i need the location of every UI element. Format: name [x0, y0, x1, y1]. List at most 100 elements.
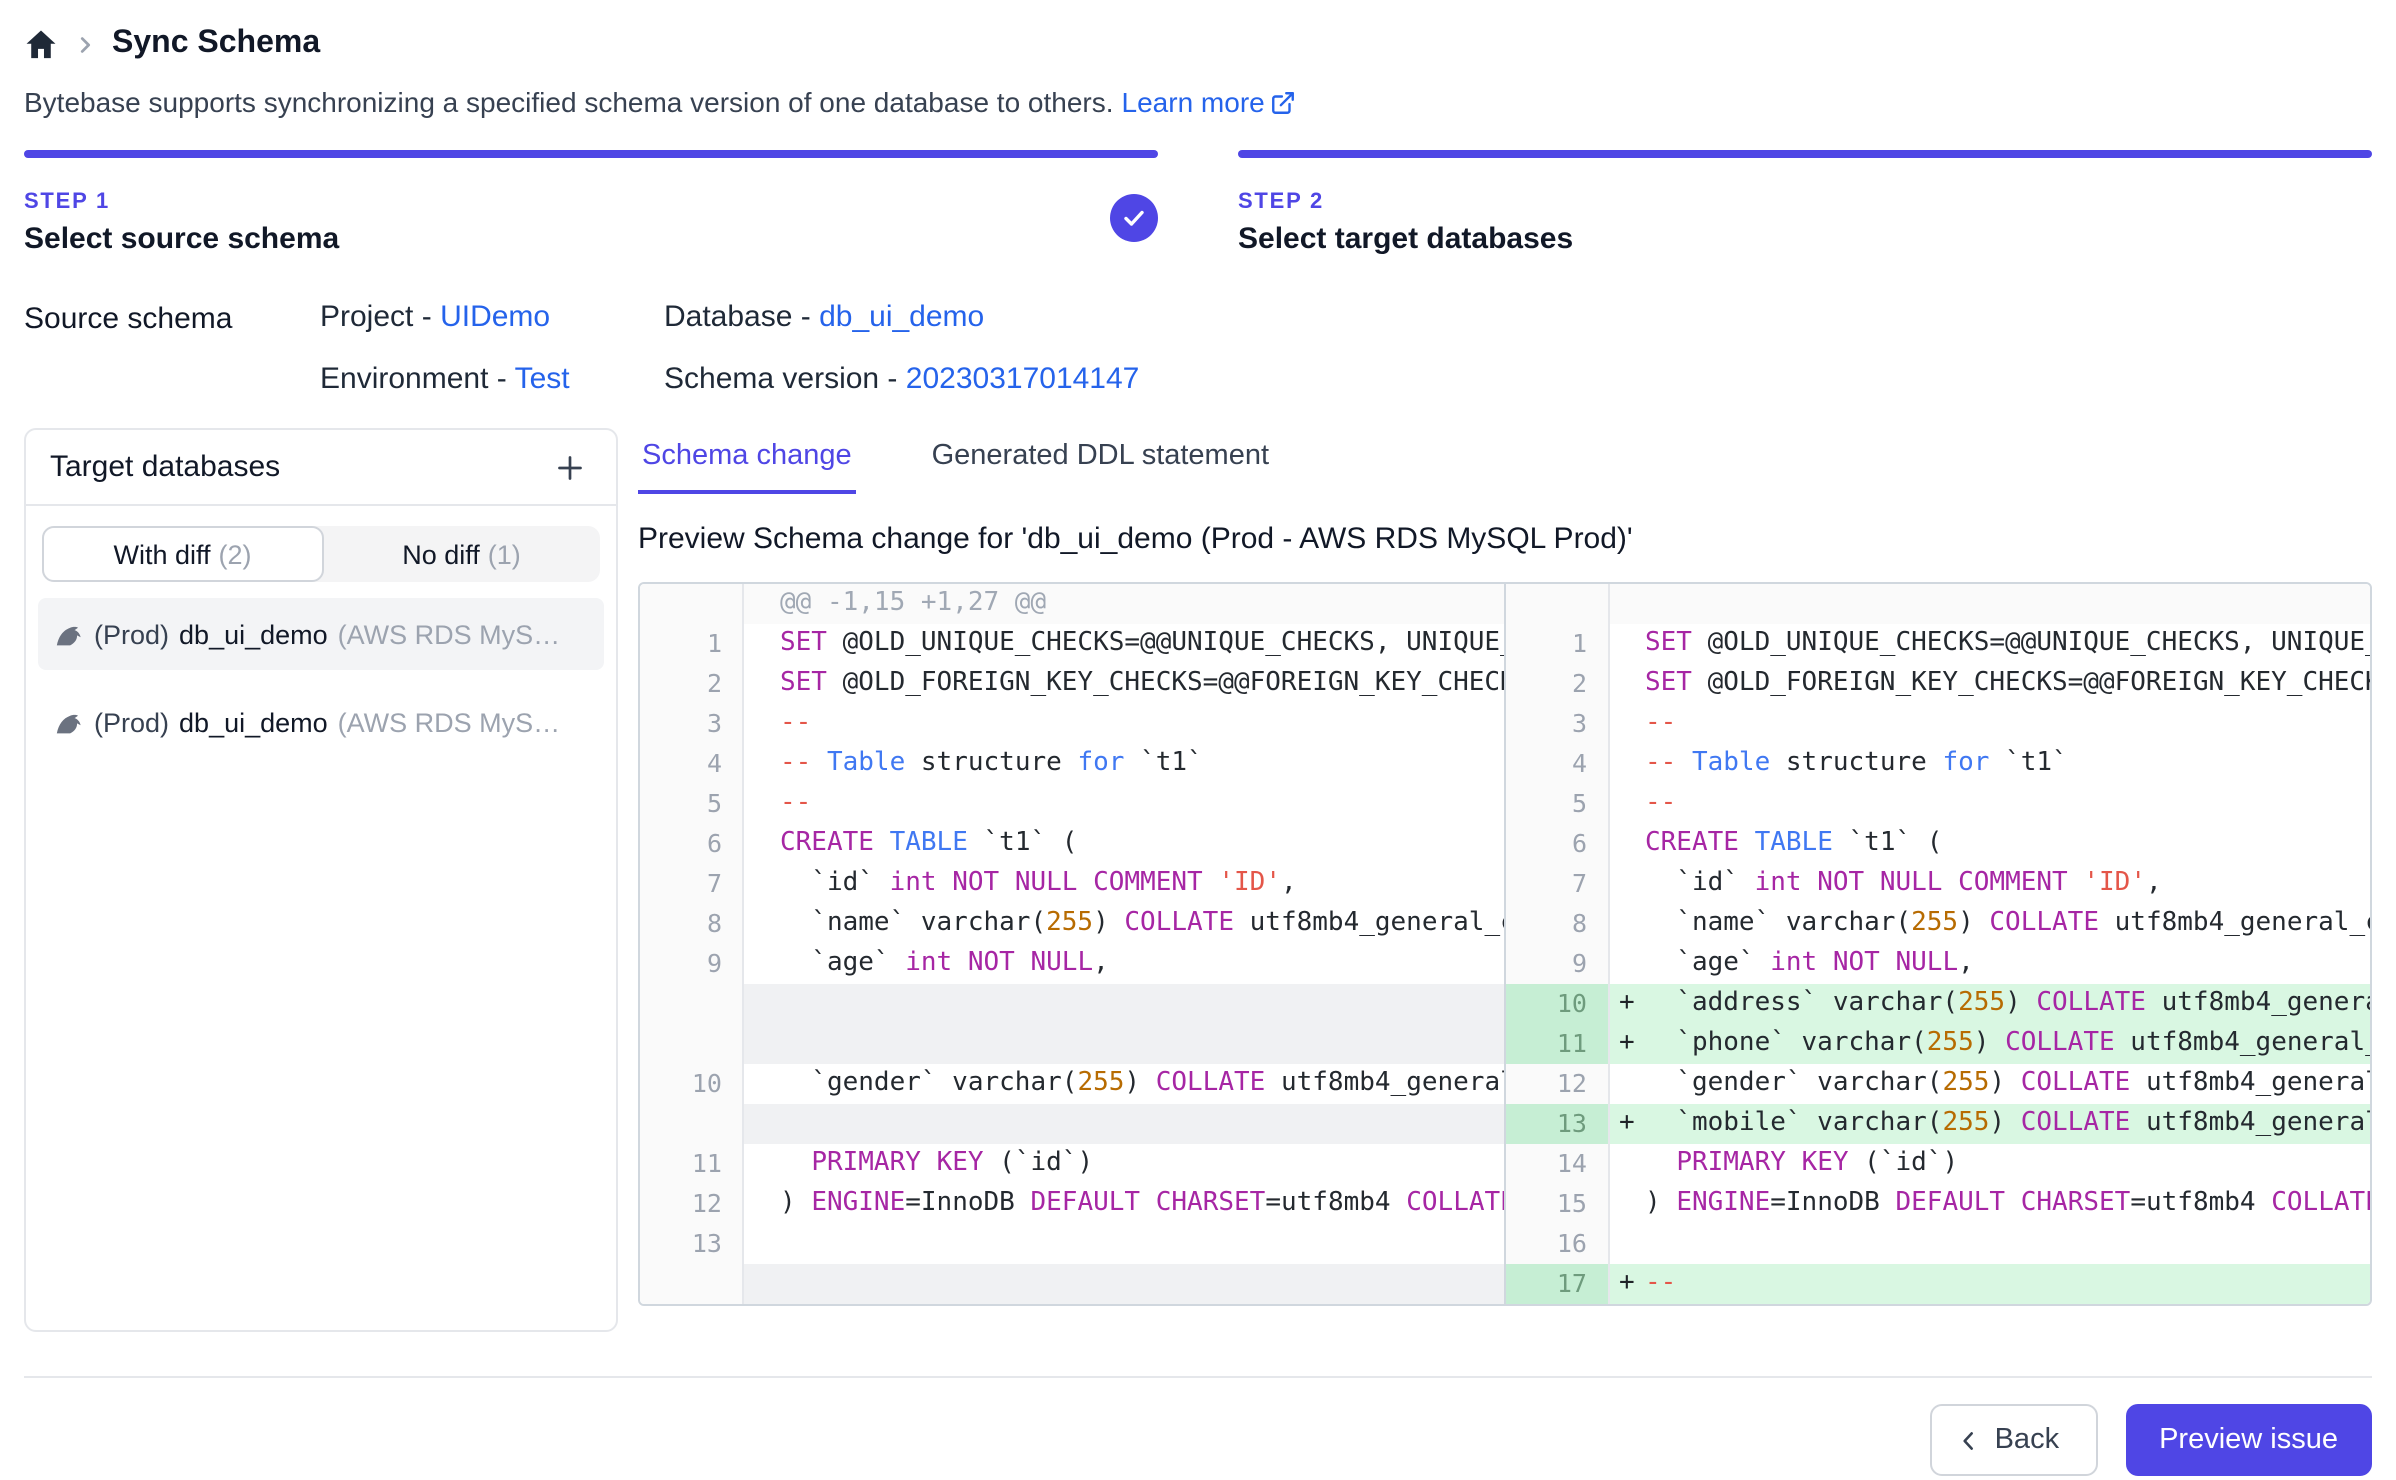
diff-code-line: -- [1609, 704, 2370, 744]
schema-version-label: Schema version - [664, 362, 897, 396]
source-schema-label: Source schema [24, 300, 320, 396]
diff-added-marker: + [1619, 1024, 1635, 1064]
diff-code-line: -- [744, 784, 1505, 824]
tab-no-diff-label: No diff [402, 539, 480, 569]
diff-line-number: 10 [1505, 984, 1609, 1024]
diff-line-number [640, 1024, 744, 1064]
db-instance-suffix: (AWS RDS MyS… [338, 619, 561, 649]
diff-view-tabs: Schema change Generated DDL statement [638, 428, 2372, 494]
diff-line-number: 2 [640, 664, 744, 704]
diff-line-number [640, 584, 744, 624]
diff-line-number: 12 [640, 1184, 744, 1224]
diff-code-line: CREATE TABLE `t1` ( [744, 824, 1505, 864]
diff-line-number: 14 [1505, 1144, 1609, 1184]
target-database-item-1[interactable]: (Prod) db_ui_demo (AWS RDS MyS… [38, 598, 604, 670]
step-1-completed-check-icon [1110, 194, 1158, 242]
source-schema-section: Source schema Project - UIDemo Database … [24, 300, 2372, 396]
diff-code-line [744, 1024, 1505, 1064]
diff-code-line [744, 984, 1505, 1024]
diff-line-number [640, 1104, 744, 1144]
tab-generated-ddl[interactable]: Generated DDL statement [928, 432, 1273, 494]
project-label: Project - [320, 300, 432, 334]
diff-line-number: 5 [1505, 784, 1609, 824]
step-1-label: STEP 1 [24, 190, 1158, 214]
diff-line-number: 4 [1505, 744, 1609, 784]
database-label: Database - [664, 300, 811, 334]
step-2-progress-bar [1238, 150, 2372, 158]
db-name: db_ui_demo [179, 707, 328, 737]
diff-code-line: CREATE TABLE `t1` ( [1609, 824, 2370, 864]
main-content: Target databases With diff (2) No diff (… [24, 428, 2372, 1332]
diff-code-line: `gender` varchar(255) COLLATE utf8mb4_ge… [1609, 1064, 2370, 1104]
diff-line-number: 13 [640, 1224, 744, 1264]
db-name: db_ui_demo [179, 619, 328, 649]
add-target-database-button[interactable] [548, 445, 592, 489]
diff-line-number: 8 [640, 904, 744, 944]
diff-code-line: `name` varchar(255) COLLATE utf8mb4_gene… [744, 904, 1505, 944]
diff-code-line: `age` int NOT NULL, [1609, 944, 2370, 984]
learn-more-label: Learn more [1122, 86, 1265, 118]
database-link[interactable]: db_ui_demo [819, 300, 984, 334]
tab-schema-change[interactable]: Schema change [638, 432, 856, 494]
diff-line-number: 5 [640, 784, 744, 824]
target-databases-panel: Target databases With diff (2) No diff (… [24, 428, 618, 1332]
diff-code-line: -- Table structure for `t1` [744, 744, 1505, 784]
diff-code-line: ) ENGINE=InnoDB DEFAULT CHARSET=utf8mb4 … [744, 1184, 1505, 1224]
diff-table[interactable]: @@ -1,15 +1,27 @@1SET @OLD_UNIQUE_CHECKS… [638, 582, 2372, 1306]
diff-line-number [640, 1264, 744, 1304]
home-icon[interactable] [24, 27, 58, 61]
diff-code-line: `phone` varchar(255) COLLATE utf8mb4_gen… [1609, 1024, 2370, 1064]
diff-code-line [1609, 1224, 2370, 1264]
diff-code-line: SET @OLD_FOREIGN_KEY_CHECKS=@@FOREIGN_KE… [744, 664, 1505, 704]
preview-issue-button[interactable]: Preview issue [2125, 1404, 2372, 1476]
step-1-title: Select source schema [24, 222, 1158, 256]
diff-code-line: `name` varchar(255) COLLATE utf8mb4_gene… [1609, 904, 2370, 944]
project-link[interactable]: UIDemo [440, 300, 550, 334]
diff-line-number [640, 984, 744, 1024]
step-2-title: Select target databases [1238, 222, 2372, 256]
diff-code-line: PRIMARY KEY (`id`) [744, 1144, 1505, 1184]
step-indicator: STEP 1 Select source schema STEP 2 Selec… [24, 150, 2372, 256]
diff-code-line: -- [1609, 784, 2370, 824]
diff-line-number: 6 [1505, 824, 1609, 864]
page-title: Sync Schema [112, 26, 320, 62]
environment-label: Environment - [320, 362, 507, 396]
diff-line-number: 6 [640, 824, 744, 864]
diff-line-number: 1 [1505, 624, 1609, 664]
environment-link[interactable]: Test [515, 362, 570, 396]
diff-code-line [744, 1224, 1505, 1264]
schema-version-link[interactable]: 20230317014147 [906, 362, 1140, 396]
diff-line-number: 11 [640, 1144, 744, 1184]
diff-preview-heading: Preview Schema change for 'db_ui_demo (P… [638, 522, 2372, 556]
diff-line-number: 9 [1505, 944, 1609, 984]
diff-line-number: 4 [640, 744, 744, 784]
step-1-progress-bar [24, 150, 1158, 158]
diff-code-line: `address` varchar(255) COLLATE utf8mb4_g… [1609, 984, 2370, 1024]
topbar: Sync Schema Bytebase supports synchroniz… [0, 0, 2396, 118]
mysql-engine-icon [54, 707, 84, 737]
diff-filter-tabs: With diff (2) No diff (1) [42, 526, 600, 582]
external-link-icon [1271, 89, 1297, 115]
target-database-item-2[interactable]: (Prod) db_ui_demo (AWS RDS MyS… [38, 686, 604, 758]
diff-line-number: 1 [640, 624, 744, 664]
diff-code-line [1609, 584, 2370, 624]
tab-with-diff[interactable]: With diff (2) [42, 526, 323, 582]
back-button[interactable]: Back [1931, 1404, 2098, 1476]
database-field: Database - db_ui_demo [664, 300, 1139, 334]
learn-more-link[interactable]: Learn more [1122, 86, 1297, 118]
db-environment: (Prod) [94, 707, 169, 737]
target-databases-header: Target databases [26, 430, 616, 506]
tab-no-diff[interactable]: No diff (1) [323, 526, 600, 582]
chevron-left-icon [1957, 1427, 1983, 1453]
environment-field: Environment - Test [320, 362, 664, 396]
diff-line-number: 3 [1505, 704, 1609, 744]
target-database-list: (Prod) db_ui_demo (AWS RDS MyS… (Prod) d… [26, 582, 616, 774]
diff-line-number [1505, 584, 1609, 624]
mysql-engine-icon [54, 619, 84, 649]
diff-code-line: `gender` varchar(255) COLLATE utf8mb4_ge… [744, 1064, 1505, 1104]
source-schema-fields: Project - UIDemo Database - db_ui_demo E… [320, 300, 1139, 396]
step-2-label: STEP 2 [1238, 190, 2372, 214]
diff-code-line: `id` int NOT NULL COMMENT 'ID', [744, 864, 1505, 904]
diff-code-line: SET @OLD_FOREIGN_KEY_CHECKS=@@FOREIGN_KE… [1609, 664, 2370, 704]
diff-line-number: 8 [1505, 904, 1609, 944]
